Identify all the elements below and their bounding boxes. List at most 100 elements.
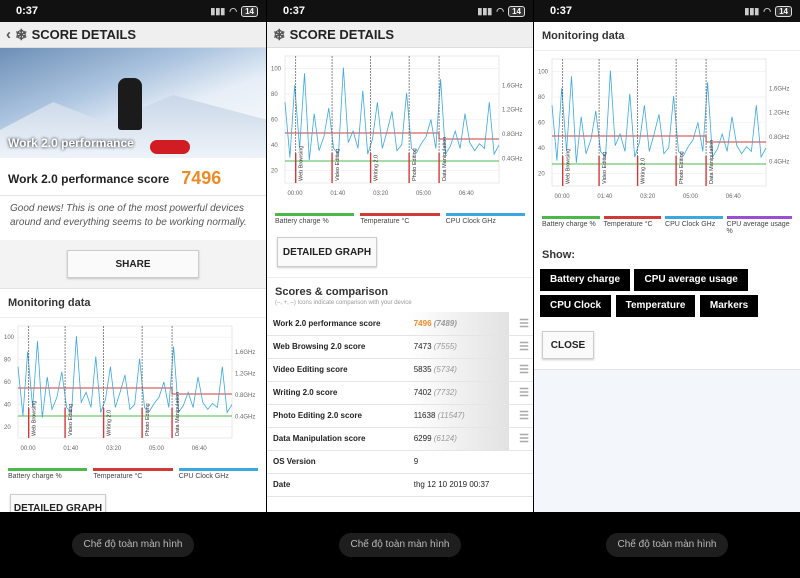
toggle-battery-charge[interactable]: Battery charge bbox=[540, 269, 631, 291]
row-label: Date bbox=[267, 473, 408, 497]
monitoring-chart: 100 80 60 40 20 1.6GHz 1.2GHz 0.8GHz 0.4GHz 00:00… bbox=[0, 318, 266, 468]
table-row: Video Editing score 5835 (5734) ☰ bbox=[267, 358, 533, 382]
y2-tick-label: 1.2GHz bbox=[769, 111, 789, 117]
y2-tick-label: 0.8GHz bbox=[502, 132, 522, 138]
legend-cpu-clock: CPU Clock GHz bbox=[178, 468, 258, 480]
y-tick-label: 100 bbox=[538, 70, 549, 76]
screen-1: 0:37 ▮▮▮ ◠ 14 ‹ ❄ SCORE DETAILS Work 2.0 p… bbox=[0, 0, 266, 578]
y2-tick-label: 0.4GHz bbox=[769, 160, 789, 166]
y2-tick-label: 0.8GHz bbox=[769, 135, 789, 141]
row-value: 5835 (5734) bbox=[407, 358, 509, 382]
fullscreen-button[interactable]: Chế độ toàn màn hình bbox=[338, 533, 462, 557]
table-row: OS Version 9 bbox=[267, 450, 533, 474]
table-row: Photo Editing 2.0 score 11638 (11547) ☰ bbox=[267, 404, 533, 428]
monitoring-title: Monitoring data bbox=[534, 22, 800, 51]
y-tick-label: 100 bbox=[271, 67, 282, 73]
y-tick-label: 20 bbox=[271, 168, 278, 174]
table-row: Web Browsing 2.0 score 7473 (7555) ☰ bbox=[267, 335, 533, 359]
monitoring-chart: 100 80 60 40 20 1.6GHz 1.2GHz 0.8GHz 0.4GHz 00:00… bbox=[267, 48, 533, 213]
signal-icon: ▮▮▮ bbox=[477, 5, 493, 16]
score-value: 7496 bbox=[181, 168, 222, 188]
back-icon[interactable]: ‹ bbox=[6, 26, 11, 43]
monitoring-chart-svg: 100 80 60 40 20 1.6GHz 1.2GHz 0.8GHz 0.4GHz 00:00… bbox=[271, 55, 522, 197]
legend-battery: Battery charge % bbox=[8, 468, 88, 480]
expand-icon[interactable]: ☰ bbox=[509, 427, 533, 451]
toggle-temperature[interactable]: Temperature bbox=[615, 295, 696, 317]
score-row: Work 2.0 performance score 7496 bbox=[0, 158, 266, 196]
marker-label: Data Manipulation bbox=[442, 137, 448, 181]
status-bar: 0:37 ▮▮▮ ◠ 14 bbox=[0, 0, 266, 22]
signal-icon: ▮▮▮ bbox=[210, 5, 226, 16]
screen-3: 0:37 ▮▮▮ ◠ 14 Monitoring data 100 80 60 40 20 1… bbox=[534, 0, 800, 578]
row-value: thg 12 10 2019 00:37 bbox=[407, 473, 509, 497]
y-tick-label: 20 bbox=[538, 171, 545, 177]
x-tick-label: 03:20 bbox=[106, 446, 122, 452]
marker-label: Photo Editing bbox=[679, 151, 685, 184]
row-label: Video Editing score bbox=[267, 358, 408, 382]
row-label: Work 2.0 performance score bbox=[267, 312, 408, 336]
expand-icon[interactable]: ☰ bbox=[509, 335, 533, 359]
detailed-graph-button[interactable]: DETAILED GRAPH bbox=[10, 494, 106, 512]
battery-icon: 14 bbox=[508, 5, 525, 17]
expand-icon[interactable]: ☰ bbox=[509, 312, 533, 336]
fullscreen-button[interactable]: Chế độ toàn màn hình bbox=[71, 533, 195, 557]
page-title: SCORE DETAILS bbox=[31, 27, 137, 42]
row-label: Data Manipulation score bbox=[267, 427, 408, 451]
expand-icon[interactable]: ☰ bbox=[509, 358, 533, 382]
y-tick-label: 40 bbox=[4, 402, 11, 408]
marker-label: Web Browsing bbox=[32, 401, 38, 436]
monitoring-chart-svg: 100 80 60 40 20 1.6GHz 1.2GHz 0.8GHz 0.4GHz 00:00… bbox=[4, 325, 255, 452]
toggle-markers[interactable]: Markers bbox=[699, 295, 759, 317]
y2-tick-label: 0.4GHz bbox=[235, 414, 255, 420]
expand-icon[interactable]: ☰ bbox=[509, 404, 533, 428]
y-tick-label: 100 bbox=[4, 335, 15, 341]
toggle-cpu-average-usage[interactable]: CPU average usage bbox=[634, 269, 748, 291]
toggle-cpu-clock[interactable]: CPU Clock bbox=[540, 295, 612, 317]
x-tick-label: 05:00 bbox=[683, 194, 699, 200]
share-button[interactable]: SHARE bbox=[67, 250, 199, 278]
hero-caption: Work 2.0 performance bbox=[8, 136, 134, 150]
y-tick-label: 80 bbox=[271, 92, 278, 98]
comparison-title: Scores & comparison bbox=[275, 286, 389, 298]
x-tick-label: 03:20 bbox=[640, 194, 656, 200]
wifi-icon: ◠ bbox=[229, 5, 238, 16]
y2-tick-label: 0.4GHz bbox=[502, 157, 522, 163]
clock: 0:37 bbox=[16, 5, 39, 17]
x-tick-label: 05:00 bbox=[416, 191, 432, 197]
row-value: 11638 (11547) bbox=[407, 404, 509, 428]
monitoring-title: Monitoring data bbox=[0, 289, 266, 318]
x-tick-label: 06:40 bbox=[459, 191, 475, 197]
comparison-note: (–, +, –) Icons indicate comparison with… bbox=[275, 300, 412, 306]
row-label: Writing 2.0 score bbox=[267, 381, 408, 405]
screen-2: 0:37 ▮▮▮ ◠ 14 ❄ SCORE DETAILS 100 80 60 40 20 1… bbox=[267, 0, 533, 578]
marker-label: Writing 2.0 bbox=[641, 158, 647, 184]
table-row: Writing 2.0 score 7402 (7732) ☰ bbox=[267, 381, 533, 405]
fullscreen-button[interactable]: Chế độ toàn màn hình bbox=[605, 533, 729, 557]
chart-legend: Battery charge % Temperature °C CPU Cloc… bbox=[267, 213, 533, 225]
table-row: Work 2.0 performance score 7496 (7489) ☰ bbox=[267, 312, 533, 336]
row-value: 7473 (7555) bbox=[407, 335, 509, 359]
row-label: OS Version bbox=[267, 450, 408, 474]
battery-icon: 14 bbox=[241, 5, 258, 17]
marker-label: Writing 2.0 bbox=[107, 410, 113, 436]
wifi-icon: ◠ bbox=[496, 5, 505, 16]
y-tick-label: 60 bbox=[538, 121, 545, 127]
close-button[interactable]: CLOSE bbox=[542, 331, 594, 359]
marker-label: Photo Editing bbox=[412, 148, 418, 181]
app-bar: ❄ SCORE DETAILS bbox=[267, 22, 533, 48]
x-tick-label: 00:00 bbox=[21, 446, 37, 452]
y-tick-label: 80 bbox=[4, 358, 11, 364]
y-tick-label: 60 bbox=[271, 118, 278, 124]
score-description: Good news! This is one of the most power… bbox=[10, 203, 247, 228]
expand-icon[interactable]: ☰ bbox=[509, 381, 533, 405]
monitoring-chart-svg: 100 80 60 40 20 1.6GHz 1.2GHz 0.8GHz 0.4GHz 00:00… bbox=[538, 58, 789, 200]
marker-label: Photo Editing bbox=[145, 403, 151, 436]
battery-icon: 14 bbox=[775, 5, 792, 17]
row-label: Web Browsing 2.0 score bbox=[267, 335, 408, 359]
x-tick-label: 01:40 bbox=[597, 194, 613, 200]
detailed-graph-button[interactable]: DETAILED GRAPH bbox=[277, 237, 377, 267]
x-tick-label: 01:40 bbox=[330, 191, 346, 197]
legend-cpu-usage: CPU average usage % bbox=[726, 216, 792, 235]
legend-temperature: Temperature °C bbox=[93, 468, 173, 480]
y-tick-label: 40 bbox=[271, 143, 278, 149]
